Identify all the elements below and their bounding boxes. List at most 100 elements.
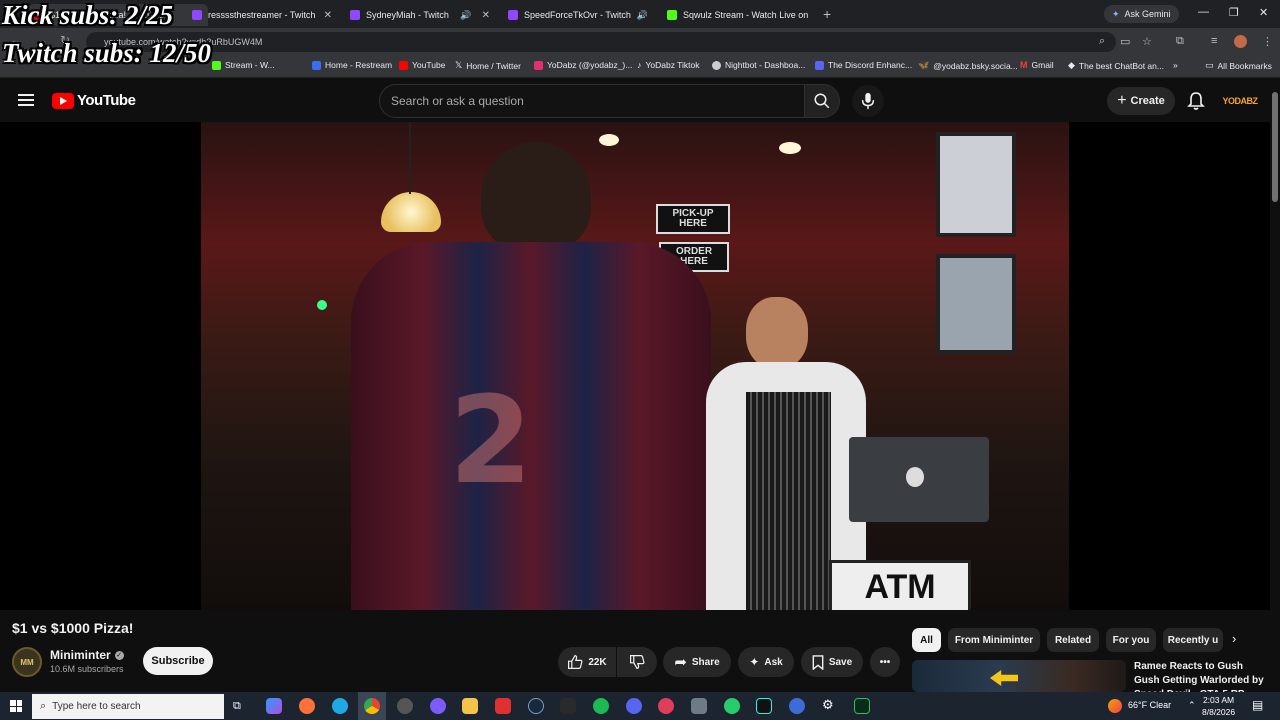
chip-from-channel[interactable]: From Miniminter — [948, 628, 1040, 652]
bookmark-item[interactable]: ◆ The best ChatBot an... — [1068, 60, 1164, 71]
close-tab-icon[interactable]: ✕ — [324, 10, 332, 21]
bookmark-item[interactable]: 𝕏 Home / Twitter — [455, 60, 521, 71]
video-player[interactable]: PICK-UP HERE ORDER HERE 2 ATM — [201, 122, 1069, 610]
bookmark-item[interactable]: ♪ YoDabz Tiktok — [637, 60, 700, 70]
browser-tab-kick[interactable]: Sqwulz Stream - Watch Live on ✕ — [661, 4, 813, 26]
notifications-bell-icon[interactable] — [1187, 91, 1205, 116]
app-icon[interactable] — [430, 698, 446, 714]
new-tab-button[interactable]: + — [823, 6, 831, 22]
share-button[interactable]: ➦ Share — [663, 647, 731, 677]
bookmark-star-icon[interactable]: ☆ — [1142, 35, 1152, 48]
weather-text[interactable]: 66°F Clear — [1128, 700, 1171, 710]
windows-start-icon[interactable] — [10, 700, 22, 712]
gemini-sparkle-icon: ✦ — [1112, 8, 1120, 19]
ask-button[interactable]: ✦ Ask — [738, 647, 794, 677]
bookmark-item[interactable]: Home - Restream — [312, 60, 392, 70]
kick-favicon-icon — [667, 10, 677, 20]
bookmark-item[interactable]: 🦋 @yodabz.bsky.socia... — [918, 60, 1018, 71]
zoom-icon[interactable]: ⌕ — [1099, 35, 1105, 48]
more-actions-icon[interactable]: ••• — [870, 647, 900, 677]
search-icon — [814, 93, 830, 109]
ceiling-light — [599, 134, 619, 146]
firefox-icon[interactable] — [299, 698, 315, 714]
app-icon[interactable] — [495, 698, 511, 714]
steam-icon[interactable] — [528, 698, 544, 714]
related-video-thumbnail[interactable] — [912, 660, 1126, 692]
app-icon[interactable] — [724, 698, 740, 714]
search-button[interactable] — [804, 84, 840, 118]
notifications-icon[interactable]: ▤ — [1252, 698, 1263, 712]
bookmark-item[interactable]: YouTube — [399, 60, 445, 70]
speaker-icon[interactable]: 🔊 — [460, 10, 471, 21]
edge-icon[interactable] — [332, 698, 348, 714]
scrollbar-thumb[interactable] — [1272, 92, 1278, 202]
chevron-right-icon[interactable]: › — [1232, 631, 1236, 646]
spotify-icon[interactable] — [593, 698, 609, 714]
maximize-window-icon[interactable]: ❐ — [1229, 6, 1239, 19]
copilot-icon[interactable] — [266, 698, 282, 714]
lamp-cord — [409, 122, 411, 194]
bookmark-item[interactable]: Nightbot - Dashboa... — [712, 60, 805, 70]
chip-recently-uploaded[interactable]: Recently u — [1163, 628, 1223, 652]
framed-photo — [936, 254, 1016, 354]
discord-icon[interactable] — [626, 698, 642, 714]
tiktok-icon[interactable] — [756, 698, 772, 714]
obs-icon[interactable] — [397, 698, 413, 714]
taskbar-clock[interactable]: 2:03 AM 8/8/2026 — [1202, 694, 1235, 718]
file-explorer-icon[interactable] — [462, 698, 478, 714]
voice-search-button[interactable] — [852, 85, 884, 117]
channel-name[interactable]: Miniminter ✓ — [50, 648, 124, 662]
close-window-icon[interactable]: ✕ — [1259, 6, 1268, 19]
browser-tab-twitch-3[interactable]: SpeedForceTkOvr - Twitch 🔊 ✕ — [502, 4, 654, 26]
kick-icon — [212, 60, 221, 70]
youtube-logo[interactable]: YouTube — [52, 92, 136, 109]
dislike-button[interactable] — [617, 647, 657, 677]
chrome-icon[interactable] — [364, 698, 380, 714]
app-icon[interactable] — [854, 698, 870, 714]
account-avatar[interactable]: YODABZ — [1223, 89, 1259, 113]
twitch-subs-overlay: Twitch subs: 12/50 — [2, 38, 212, 68]
green-light — [317, 300, 327, 310]
hamburger-menu-icon[interactable] — [18, 94, 34, 106]
speaker-icon[interactable]: 🔊 — [637, 10, 648, 21]
bluesky-icon: 🦋 — [918, 60, 930, 70]
app-icon[interactable] — [789, 698, 805, 714]
close-tab-icon[interactable]: ✕ — [482, 10, 490, 21]
more-bookmarks-icon[interactable]: » — [1173, 60, 1178, 70]
subscriber-count: 10.6M subscribers — [50, 664, 124, 674]
browser-tab-twitch-1[interactable]: ressssthestreamer - Twitch ✕ — [186, 4, 338, 26]
epic-games-icon[interactable] — [560, 698, 576, 714]
search-input[interactable]: Search or ask a question — [379, 84, 805, 118]
all-bookmarks-folder[interactable]: ▭ All Bookmarks — [1205, 60, 1272, 71]
kebab-menu-icon[interactable]: ⋮ — [1262, 35, 1273, 48]
tray-overflow-icon[interactable]: ⌃ — [1188, 700, 1196, 711]
task-view-icon[interactable]: ⧉ — [233, 700, 241, 713]
address-bar[interactable]: youtube.com/watch?v=dh2uRbUGW4M — [86, 32, 1116, 52]
chip-all[interactable]: All — [912, 628, 941, 652]
bookmark-item[interactable]: YoDabz (@yodabz_)... — [534, 60, 632, 70]
channel-avatar[interactable]: MM — [12, 647, 42, 677]
ask-gemini-button[interactable]: ✦ Ask Gemini — [1104, 5, 1179, 23]
cast-icon[interactable]: ▭ — [1120, 35, 1130, 48]
taskbar-search[interactable]: ⌕ Type here to search — [32, 694, 224, 719]
chip-for-you[interactable]: For you — [1106, 628, 1156, 652]
tab-label: SydneyMiah - Twitch — [366, 10, 449, 20]
chip-related[interactable]: Related — [1047, 628, 1099, 652]
browser-tab-twitch-2[interactable]: SydneyMiah - Twitch 🔊 ✕ — [344, 4, 496, 26]
create-button[interactable]: + Create — [1107, 87, 1175, 115]
profile-avatar-icon[interactable] — [1234, 35, 1247, 48]
media-controls-icon[interactable]: ≡ — [1211, 35, 1217, 47]
bookmark-item[interactable]: Stream - W... — [212, 60, 275, 70]
youtube-play-logo-icon — [52, 92, 74, 109]
bookmark-item[interactable]: M Gmail — [1020, 60, 1054, 70]
extensions-icon[interactable]: ⧉ — [1176, 35, 1184, 48]
save-button[interactable]: Save — [801, 647, 863, 677]
minimize-window-icon[interactable]: — — [1198, 6, 1209, 18]
settings-gear-icon[interactable]: ⚙ — [822, 697, 834, 713]
subscribe-button[interactable]: Subscribe — [143, 647, 213, 675]
related-video-title[interactable]: Ramee Reacts to Gush Gush Getting Warlor… — [1134, 660, 1264, 692]
bookmark-item[interactable]: The Discord Enhanc... — [815, 60, 912, 70]
app-icon[interactable] — [658, 698, 674, 714]
app-icon[interactable] — [691, 698, 707, 714]
like-button[interactable]: 22K — [558, 647, 616, 677]
